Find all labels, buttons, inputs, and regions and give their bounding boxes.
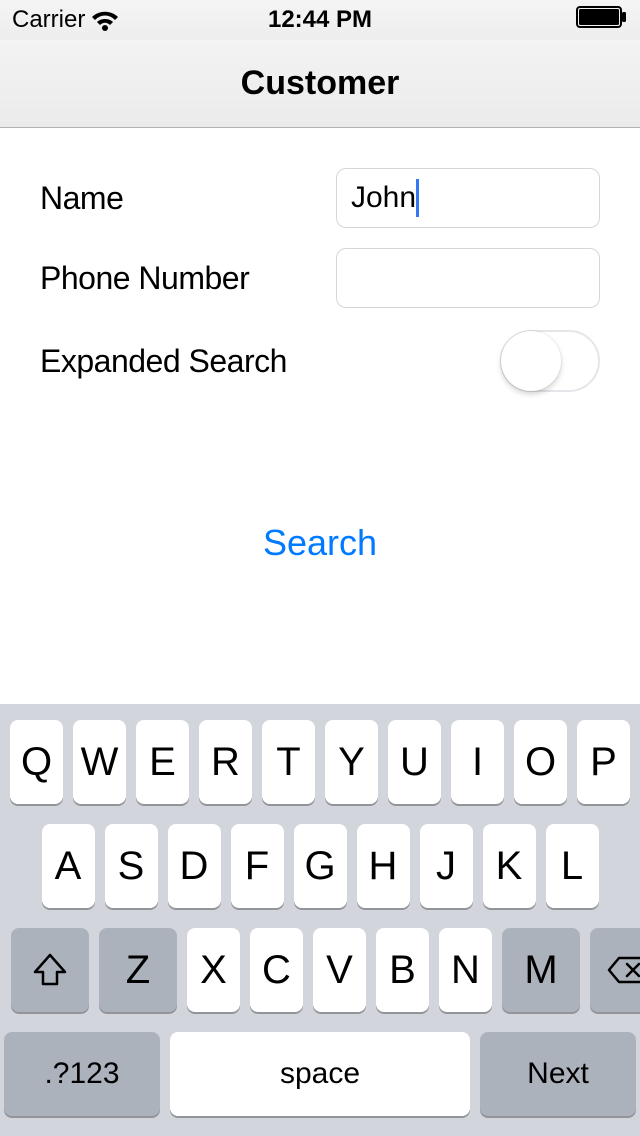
status-bar: Carrier 12:44 PM xyxy=(0,0,640,40)
carrier-label: Carrier xyxy=(12,6,85,34)
key-s[interactable]: S xyxy=(105,824,158,908)
backspace-icon xyxy=(607,954,640,986)
key-k[interactable]: K xyxy=(483,824,536,908)
key-h[interactable]: H xyxy=(357,824,410,908)
key-e[interactable]: E xyxy=(136,720,189,804)
shift-key[interactable] xyxy=(11,928,89,1012)
key-v[interactable]: V xyxy=(313,928,366,1012)
status-time: 12:44 PM xyxy=(268,6,372,34)
key-m[interactable]: M xyxy=(502,928,580,1012)
shift-icon xyxy=(31,952,69,988)
kb-row-2: ASDFGHJKL xyxy=(6,824,634,908)
key-y[interactable]: Y xyxy=(325,720,378,804)
expanded-label: Expanded Search xyxy=(40,343,500,380)
name-label: Name xyxy=(40,180,336,217)
key-b[interactable]: B xyxy=(376,928,429,1012)
key-x[interactable]: X xyxy=(187,928,240,1012)
key-n[interactable]: N xyxy=(439,928,492,1012)
expanded-search-toggle[interactable] xyxy=(500,330,600,392)
key-i[interactable]: I xyxy=(451,720,504,804)
key-r[interactable]: R xyxy=(199,720,252,804)
key-t[interactable]: T xyxy=(262,720,315,804)
key-f[interactable]: F xyxy=(231,824,284,908)
search-button[interactable]: Search xyxy=(263,522,377,564)
kb-row-3: ZXCVBNM xyxy=(6,928,634,1012)
kb-row-1: QWERTYUIOP xyxy=(6,720,634,804)
space-key[interactable]: space xyxy=(170,1032,470,1116)
name-input[interactable] xyxy=(336,168,600,228)
search-row: Search xyxy=(40,522,600,564)
key-c[interactable]: C xyxy=(250,928,303,1012)
key-w[interactable]: W xyxy=(73,720,126,804)
nav-bar: Customer xyxy=(0,40,640,128)
expanded-row: Expanded Search xyxy=(40,330,600,392)
key-o[interactable]: O xyxy=(514,720,567,804)
form-container: Name Phone Number Expanded Search Search xyxy=(0,128,640,564)
kb-row-4: .?123 space Next xyxy=(6,1032,634,1116)
status-left: Carrier xyxy=(12,6,119,34)
keyboard: QWERTYUIOP ASDFGHJKL ZXCVBNM .?123 space… xyxy=(0,704,640,1136)
wifi-icon xyxy=(91,10,119,30)
key-g[interactable]: G xyxy=(294,824,347,908)
numbers-key[interactable]: .?123 xyxy=(4,1032,160,1116)
phone-label: Phone Number xyxy=(40,260,336,297)
backspace-key[interactable] xyxy=(590,928,640,1012)
key-l[interactable]: L xyxy=(546,824,599,908)
toggle-knob xyxy=(501,331,561,391)
key-q[interactable]: Q xyxy=(10,720,63,804)
battery-icon xyxy=(576,6,628,35)
key-z[interactable]: Z xyxy=(99,928,177,1012)
phone-row: Phone Number xyxy=(40,248,600,308)
page-title: Customer xyxy=(241,64,400,103)
key-d[interactable]: D xyxy=(168,824,221,908)
key-a[interactable]: A xyxy=(42,824,95,908)
phone-input[interactable] xyxy=(336,248,600,308)
name-row: Name xyxy=(40,168,600,228)
key-j[interactable]: J xyxy=(420,824,473,908)
key-p[interactable]: P xyxy=(577,720,630,804)
next-key[interactable]: Next xyxy=(480,1032,636,1116)
key-u[interactable]: U xyxy=(388,720,441,804)
